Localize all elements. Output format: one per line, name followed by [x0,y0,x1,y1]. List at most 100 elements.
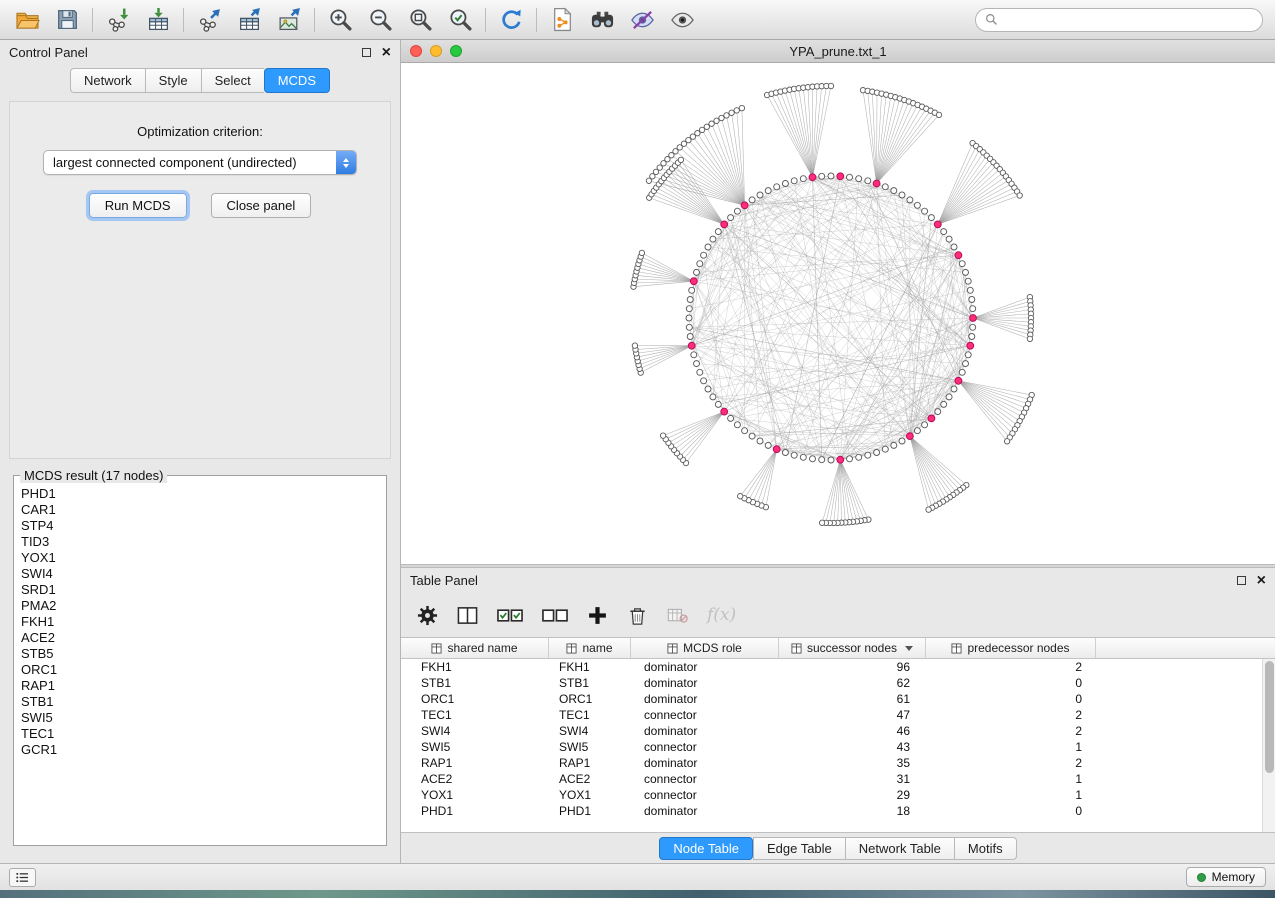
table-row[interactable]: SWI4SWI4dominator462 [401,723,1275,739]
float-table-panel-icon[interactable] [1237,576,1246,585]
gear-icon [417,605,438,626]
mcds-result-item[interactable]: YOX1 [21,550,379,566]
table-row[interactable]: PHD1PHD1dominator180 [401,803,1275,819]
tab-select[interactable]: Select [201,68,264,93]
memory-button[interactable]: Memory [1186,867,1266,887]
table-row[interactable]: SWI5SWI5connector431 [401,739,1275,755]
mcds-result-item[interactable]: SWI5 [21,710,379,726]
zoom-fit-button[interactable] [405,5,435,35]
close-panel-icon[interactable]: × [382,45,391,61]
mcds-result-item[interactable]: GCR1 [21,742,379,758]
sort-caret-icon[interactable] [905,646,913,651]
table-row[interactable]: ORC1ORC1dominator610 [401,691,1275,707]
network-window-titlebar[interactable]: YPA_prune.txt_1 [401,40,1275,63]
table-row[interactable]: ACE2ACE2connector311 [401,771,1275,787]
export-table-button[interactable] [234,5,264,35]
close-panel-button[interactable]: Close panel [211,193,312,218]
tab-motifs[interactable]: Motifs [954,837,1017,860]
function-builder-button-disabled: f(x) [707,605,736,625]
search-network-button[interactable] [587,5,617,35]
refresh-button[interactable] [496,5,526,35]
select-stepper-icon [336,151,356,174]
import-table-icon [146,7,171,32]
mcds-result-item[interactable]: STP4 [21,518,379,534]
mcds-result-item[interactable]: RAP1 [21,678,379,694]
tab-mcds[interactable]: MCDS [264,68,330,93]
column-header-shared-name[interactable]: shared name [401,638,549,658]
close-table-panel-icon[interactable]: × [1257,573,1266,589]
cell-name: ACE2 [549,772,631,786]
mcds-result-item[interactable]: FKH1 [21,614,379,630]
cell-shared-name: ORC1 [401,692,549,706]
unselect-all-columns-button[interactable] [542,605,568,626]
select-all-columns-button[interactable] [497,605,523,626]
zoom-fit-icon [408,7,433,32]
mcds-result-title: MCDS result (17 nodes) [20,468,167,483]
cell-successor-nodes: 61 [779,692,926,706]
tab-network[interactable]: Network [70,68,145,93]
window-zoom-button[interactable] [450,45,462,57]
status-menu-button[interactable] [9,868,36,887]
share-network-button[interactable] [547,5,577,35]
hide-glyphs-button[interactable] [627,5,657,35]
network-canvas[interactable] [401,63,1275,564]
table-row[interactable]: TEC1TEC1connector472 [401,707,1275,723]
export-image-button[interactable] [274,5,304,35]
cell-shared-name: RAP1 [401,756,549,770]
tab-node-table[interactable]: Node Table [659,837,753,860]
tab-edge-table[interactable]: Edge Table [753,837,845,860]
table-scrollbar[interactable] [1262,659,1275,832]
table-settings-button[interactable] [417,605,438,626]
mcds-result-item[interactable]: CAR1 [21,502,379,518]
show-columns-button[interactable] [457,605,478,626]
table-row[interactable]: FKH1FKH1dominator962 [401,659,1275,675]
import-network-button[interactable] [103,5,133,35]
mcds-result-item[interactable]: STB5 [21,646,379,662]
mcds-result-item[interactable]: SRD1 [21,582,379,598]
table-row[interactable]: RAP1RAP1dominator352 [401,755,1275,771]
checkboxes-checked-icon [497,605,523,626]
float-panel-icon[interactable] [362,48,371,57]
table-panel-header: Table Panel × [401,568,1275,593]
window-close-button[interactable] [410,45,422,57]
tab-network-table[interactable]: Network Table [845,837,954,860]
scrollbar-thumb[interactable] [1265,661,1274,773]
zoom-selected-button[interactable] [445,5,475,35]
table-tabs: Node TableEdge TableNetwork TableMotifs [401,833,1275,863]
import-table-button[interactable] [143,5,173,35]
tab-style[interactable]: Style [145,68,201,93]
table-row[interactable]: STB1STB1dominator620 [401,675,1275,691]
save-session-button[interactable] [52,5,82,35]
mcds-result-item[interactable]: SWI4 [21,566,379,582]
delete-column-button[interactable] [627,605,648,626]
cell-shared-name: STB1 [401,676,549,690]
cell-successor-nodes: 46 [779,724,926,738]
open-session-button[interactable] [12,5,42,35]
cell-predecessor-nodes: 1 [926,788,1096,802]
column-header-MCDS-role[interactable]: MCDS role [631,638,779,658]
table-row[interactable]: YOX1YOX1connector291 [401,787,1275,803]
network-graph[interactable] [401,63,1271,564]
search-input[interactable] [1003,10,1253,30]
cell-successor-nodes: 43 [779,740,926,754]
zoom-out-button[interactable] [365,5,395,35]
mcds-result-item[interactable]: TID3 [21,534,379,550]
mcds-result-item[interactable]: ACE2 [21,630,379,646]
mcds-result-item[interactable]: TEC1 [21,726,379,742]
cell-name: FKH1 [549,660,631,674]
mcds-result-item[interactable]: ORC1 [21,662,379,678]
mcds-result-item[interactable]: PHD1 [21,486,379,502]
column-header-name[interactable]: name [549,638,631,658]
run-mcds-button[interactable]: Run MCDS [89,193,187,218]
create-column-button[interactable] [587,605,608,626]
column-header-successor-nodes[interactable]: successor nodes [779,638,926,658]
export-network-button[interactable] [194,5,224,35]
mcds-result-item[interactable]: PMA2 [21,598,379,614]
show-glyphs-button[interactable] [667,5,697,35]
criterion-select[interactable]: largest connected component (undirected) [43,150,357,175]
zoom-in-button[interactable] [325,5,355,35]
column-header-predecessor-nodes[interactable]: predecessor nodes [926,638,1096,658]
window-minimize-button[interactable] [430,45,442,57]
cell-MCDS-role: dominator [631,676,779,690]
mcds-result-item[interactable]: STB1 [21,694,379,710]
